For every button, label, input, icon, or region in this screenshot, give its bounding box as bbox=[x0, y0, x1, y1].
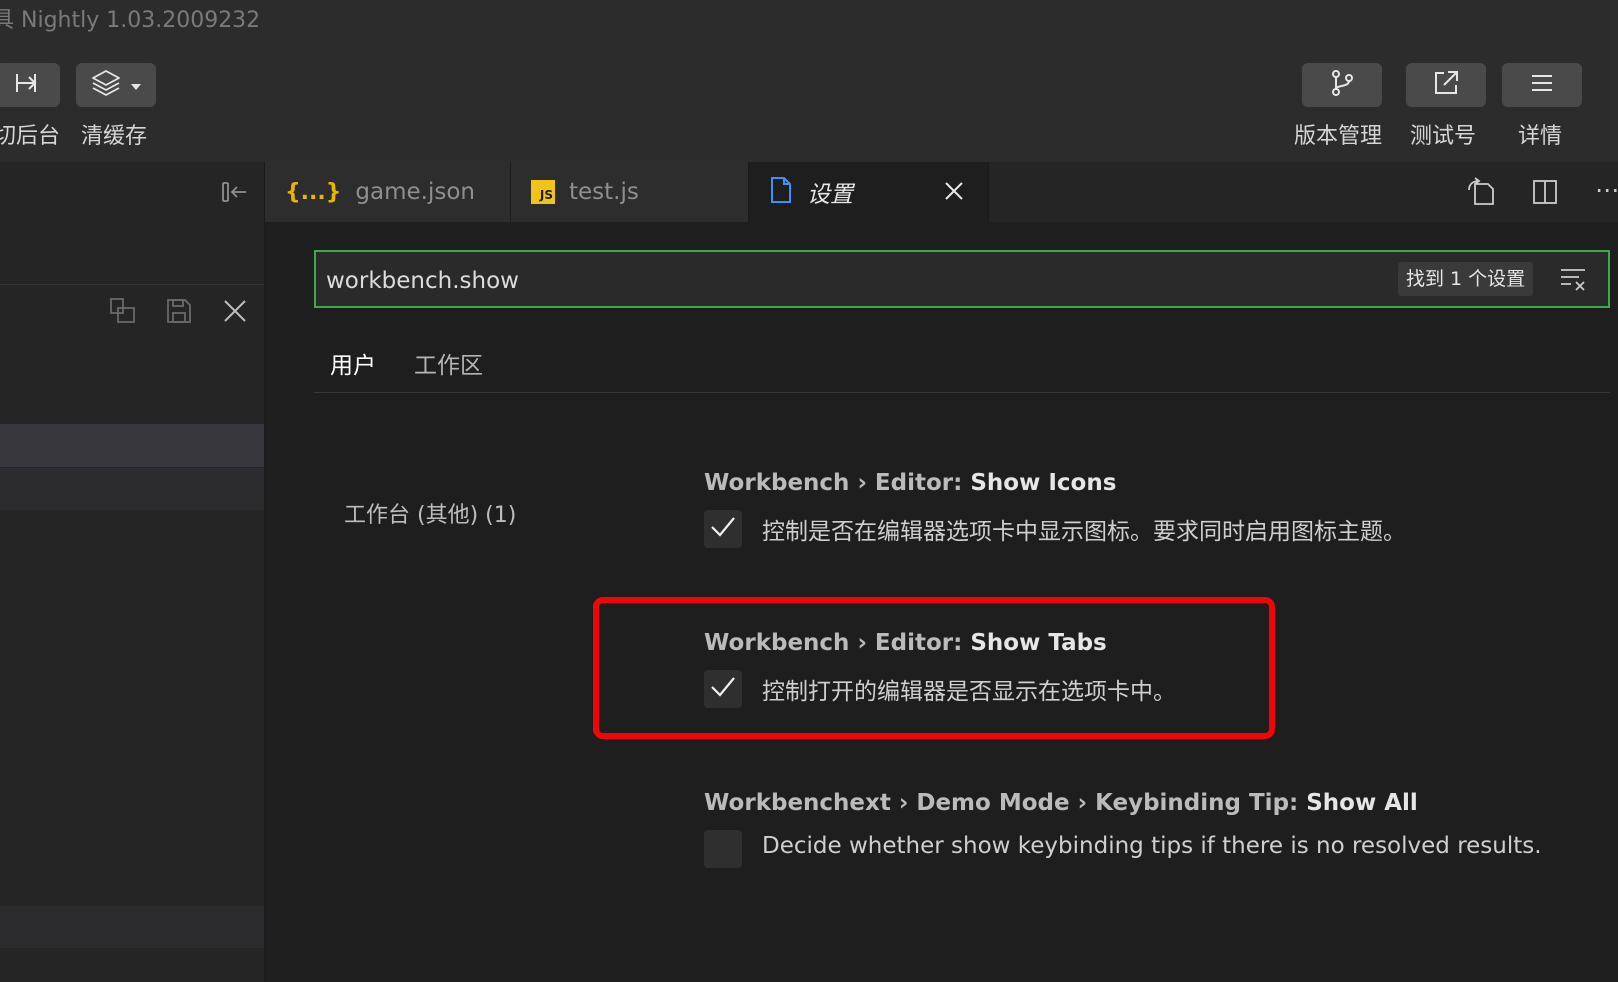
app-title: 具 Nightly 1.03.2009232 bbox=[0, 8, 261, 33]
scope-tabs-divider bbox=[314, 392, 1610, 393]
settings-search-input[interactable] bbox=[324, 261, 1328, 301]
search-result-count: 找到 1 个设置 bbox=[1398, 262, 1534, 296]
setting-prefix: Workbenchext › Demo Mode › Keybinding Ti… bbox=[704, 790, 1307, 816]
setting-key: Show All bbox=[1306, 790, 1418, 816]
new-file-icon[interactable] bbox=[108, 296, 138, 330]
setting-prefix: Workbench › Editor: bbox=[704, 630, 971, 656]
version-control-label: 版本管理 bbox=[1294, 124, 1383, 149]
setting-description: 控制是否在编辑器选项卡中显示图标。要求同时启用图标主题。 bbox=[762, 519, 1406, 545]
settings-search-box[interactable]: 找到 1 个设置 bbox=[314, 250, 1610, 308]
show-all-checkbox[interactable] bbox=[704, 830, 742, 868]
details-button[interactable] bbox=[1502, 63, 1582, 107]
layers-icon bbox=[91, 69, 125, 101]
close-icon[interactable] bbox=[221, 297, 249, 329]
json-braces-icon: {...} bbox=[285, 179, 342, 205]
external-link-icon bbox=[1433, 70, 1459, 100]
tab-label: 设置 bbox=[807, 182, 853, 208]
scope-tab-workspace[interactable]: 工作区 bbox=[414, 346, 483, 380]
setting-title: Workbench › Editor: Show Icons bbox=[704, 470, 1116, 496]
show-tabs-checkbox[interactable] bbox=[704, 670, 742, 708]
setting-key: Show Icons bbox=[970, 470, 1117, 496]
setting-title: Workbenchext › Demo Mode › Keybinding Ti… bbox=[704, 790, 1418, 816]
tab-game-json[interactable]: {...} game.json bbox=[265, 162, 511, 222]
tab-label: game.json bbox=[355, 179, 475, 205]
sidebar-divider bbox=[0, 284, 264, 285]
tab-settings[interactable]: 设置 bbox=[749, 162, 989, 222]
test-account-label: 测试号 bbox=[1410, 124, 1477, 149]
toolbar: 具 Nightly 1.03.2009232 切后台 清缓存 版本管理 测试号 … bbox=[0, 0, 1618, 162]
checkmark-icon bbox=[710, 516, 736, 542]
switch-background-label: 切后台 bbox=[0, 124, 61, 149]
setting-title: Workbench › Editor: Show Tabs bbox=[704, 630, 1107, 656]
tab-label: test.js bbox=[569, 179, 639, 205]
setting-key: Show Tabs bbox=[970, 630, 1107, 656]
setting-description: Decide whether show keybinding tips if t… bbox=[762, 833, 1542, 859]
document-icon bbox=[769, 176, 793, 208]
split-editor-icon[interactable] bbox=[1531, 178, 1559, 210]
clear-filter-icon[interactable] bbox=[1559, 266, 1589, 298]
show-icons-checkbox[interactable] bbox=[704, 510, 742, 548]
clear-cache-label: 清缓存 bbox=[81, 124, 148, 149]
collapse-sidebar-icon[interactable] bbox=[220, 180, 250, 208]
chevron-down-icon bbox=[131, 76, 141, 95]
scope-tab-user[interactable]: 用户 bbox=[330, 346, 376, 380]
sidebar-row[interactable] bbox=[0, 906, 264, 948]
setting-description: 控制打开的编辑器是否显示在选项卡中。 bbox=[762, 679, 1176, 705]
clear-cache-button[interactable] bbox=[76, 63, 156, 107]
menu-icon bbox=[1530, 73, 1554, 97]
version-control-button[interactable] bbox=[1302, 63, 1382, 107]
js-file-icon: JS bbox=[531, 180, 555, 204]
setting-prefix: Workbench › Editor: bbox=[704, 470, 971, 496]
highlight-box bbox=[593, 597, 1275, 739]
settings-toc-item[interactable]: 工作台 (其他) (1) bbox=[344, 497, 516, 529]
switch-background-icon bbox=[14, 71, 42, 99]
open-file-icon[interactable] bbox=[1465, 176, 1497, 212]
close-tab-icon[interactable] bbox=[943, 180, 965, 206]
tab-bar: {...} game.json JS test.js 设置 ⋯ bbox=[265, 162, 1618, 222]
test-account-button[interactable] bbox=[1406, 63, 1486, 107]
more-actions-icon[interactable]: ⋯ bbox=[1595, 176, 1618, 204]
switch-background-button[interactable] bbox=[0, 63, 60, 107]
git-branch-icon bbox=[1329, 69, 1355, 101]
sidebar-row-selected[interactable] bbox=[0, 424, 264, 467]
details-label: 详情 bbox=[1518, 124, 1563, 149]
sidebar-row[interactable] bbox=[0, 468, 264, 510]
save-icon[interactable] bbox=[164, 296, 194, 330]
checkmark-icon bbox=[710, 676, 736, 702]
tab-test-js[interactable]: JS test.js bbox=[511, 162, 749, 222]
sidebar bbox=[0, 162, 265, 982]
